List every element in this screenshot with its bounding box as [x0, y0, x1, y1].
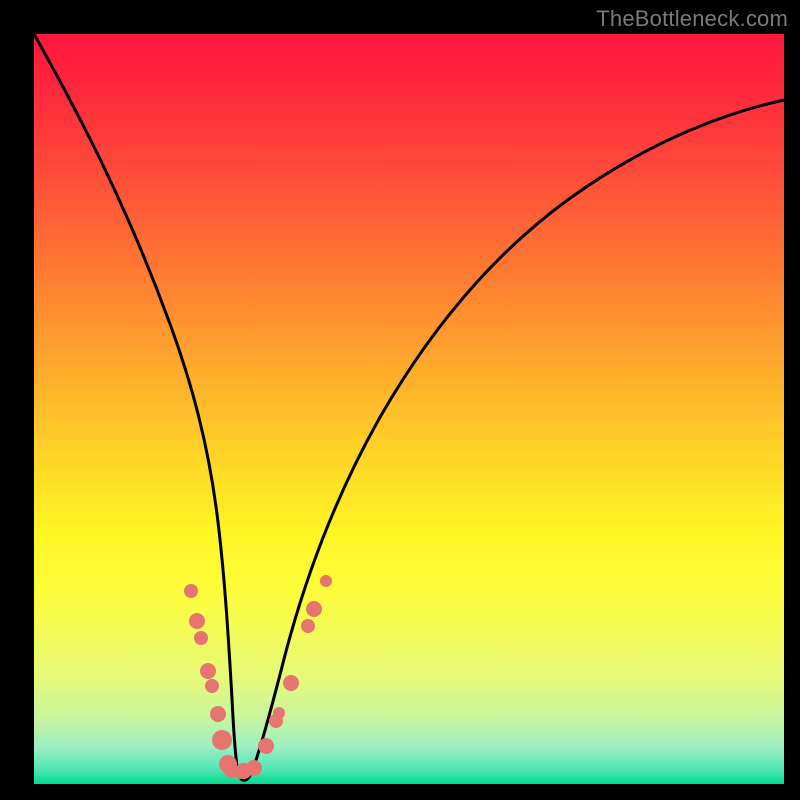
watermark-text: TheBottleneck.com [596, 6, 788, 32]
chart-frame: TheBottleneck.com [0, 0, 800, 800]
curve-layer [34, 34, 784, 784]
bottleneck-curve [34, 34, 784, 780]
plot-area [34, 34, 784, 784]
highlight-dots [184, 575, 332, 779]
